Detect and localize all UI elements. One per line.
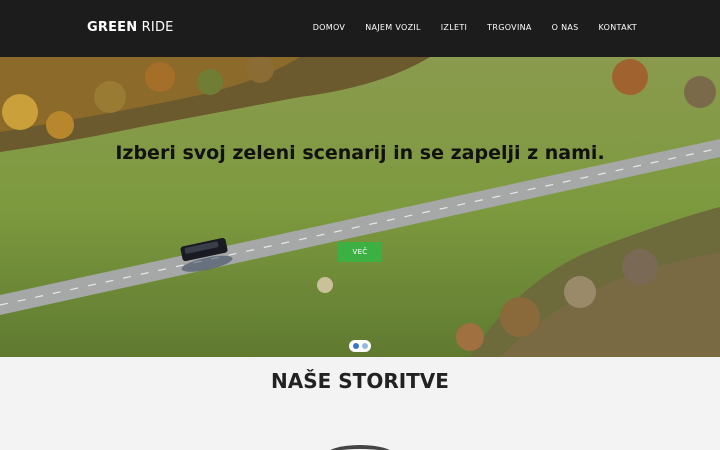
brand-name-light: RIDE (141, 20, 174, 35)
brand-logo[interactable]: GREEN RIDE (87, 20, 174, 35)
carousel-dot-1[interactable] (352, 343, 359, 349)
nav-link-domov[interactable]: DOMOV (313, 23, 346, 32)
hero-heading: Izberi svoj zeleni scenarij in se zapelj… (115, 142, 605, 164)
more-button[interactable]: VEČ (338, 242, 382, 262)
services-section: NAŠE STORITVE (0, 357, 720, 450)
nav-link-najem-vozil[interactable]: NAJEM VOZIL (365, 23, 421, 32)
hero-carousel: Izberi svoj zeleni scenarij in se zapelj… (0, 57, 720, 357)
nav-link-trgovina[interactable]: TRGOVINA (487, 23, 532, 32)
nav-link-o-nas[interactable]: O NAS (552, 23, 579, 32)
services-title: NAŠE STORITVE (271, 369, 449, 393)
carousel-indicators (349, 340, 371, 352)
main-navigation: DOMOV NAJEM VOZIL IZLETI TRGOVINA O NAS … (293, 23, 637, 32)
nav-link-kontakt[interactable]: KONTAKT (599, 23, 637, 32)
brand-name-strong: GREEN (87, 20, 138, 35)
navbar: GREEN RIDE DOMOV NAJEM VOZIL IZLETI TRGO… (0, 0, 720, 57)
carousel-dot-2[interactable] (361, 343, 368, 349)
nav-link-izleti[interactable]: IZLETI (441, 23, 467, 32)
service-image-top (326, 445, 394, 450)
hero-background-image (0, 57, 720, 357)
